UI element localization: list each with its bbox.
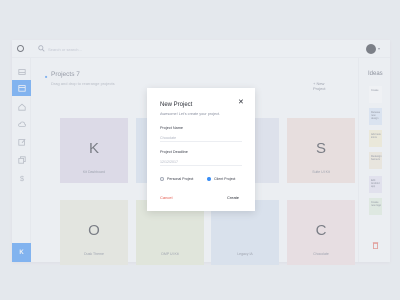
project-name-label: Project Name [160,126,184,130]
personal-project-label: Personal Project [167,177,194,181]
modal-title: New Project [160,102,193,108]
cancel-button[interactable]: Cancel [160,195,172,200]
new-project-modal: New Project ✕ Awesome! Let's create your… [147,88,255,211]
client-project-label: Client Project [214,177,236,181]
project-deadline-input[interactable] [160,158,242,166]
close-icon[interactable]: ✕ [238,98,244,106]
client-project-radio[interactable] [207,177,211,181]
project-name-input[interactable] [160,134,242,142]
create-button[interactable]: Create [227,195,239,200]
modal-subtitle: Awesome! Let's create your project. [160,112,221,116]
project-deadline-label: Project Deadline [160,150,188,154]
personal-project-radio[interactable] [160,177,164,181]
